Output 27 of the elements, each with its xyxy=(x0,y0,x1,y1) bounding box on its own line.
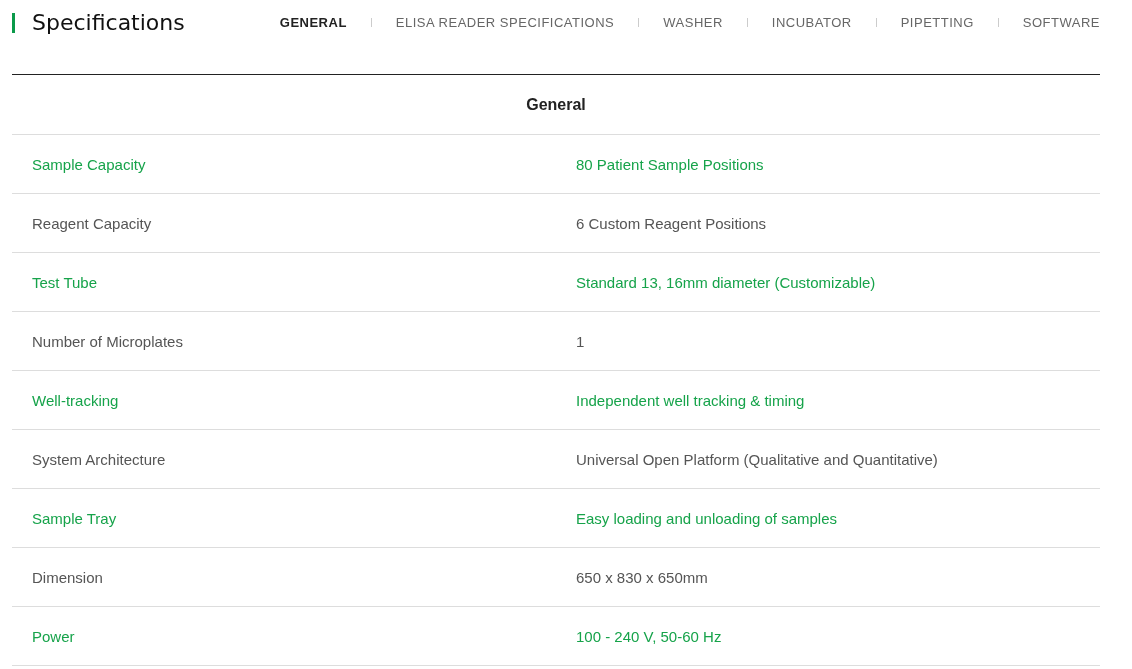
tab[interactable]: WASHER xyxy=(663,15,723,30)
spec-label: Dimension xyxy=(31,568,104,586)
spec-label: Test Tube xyxy=(31,273,99,291)
spec-value: 1 xyxy=(575,332,586,350)
spec-value: Standard 13, 16mm diameter (Customizable) xyxy=(575,273,877,291)
tab[interactable]: PIPETTING xyxy=(900,15,974,30)
spec-label: Reagent Capacity xyxy=(31,214,153,232)
spec-value: 100 - 240 V, 50-60 Hz xyxy=(575,627,723,645)
spec-label: Sample Capacity xyxy=(31,155,147,173)
spec-value: Easy loading and unloading of samples xyxy=(575,509,838,527)
page-title: Specifications xyxy=(32,10,185,35)
tab[interactable]: INCUBATOR xyxy=(771,15,852,30)
spec-label: Well-tracking xyxy=(31,391,120,409)
spec-value: 650 x 830 x 650mm xyxy=(575,568,709,586)
tab[interactable]: GENERAL xyxy=(279,15,347,30)
spec-value: Independent well tracking & timing xyxy=(575,391,806,409)
tab[interactable]: SOFTWARE xyxy=(1022,15,1100,30)
spec-label: Power xyxy=(31,627,76,645)
tab[interactable]: ELISA READER SPECIFICATIONS xyxy=(395,15,615,30)
spec-label: Number of Microplates xyxy=(31,332,184,350)
spec-label: System Architecture xyxy=(31,450,167,468)
spec-value: Universal Open Platform (Qualitative and Quantitative) xyxy=(575,450,939,468)
spec-value: 80 Patient Sample Positions xyxy=(575,155,765,173)
spec-value: 6 Custom Reagent Positions xyxy=(575,214,768,232)
table-heading: General xyxy=(12,75,1100,135)
spec-label: Sample Tray xyxy=(31,509,118,527)
title-accent-bar xyxy=(12,12,15,33)
